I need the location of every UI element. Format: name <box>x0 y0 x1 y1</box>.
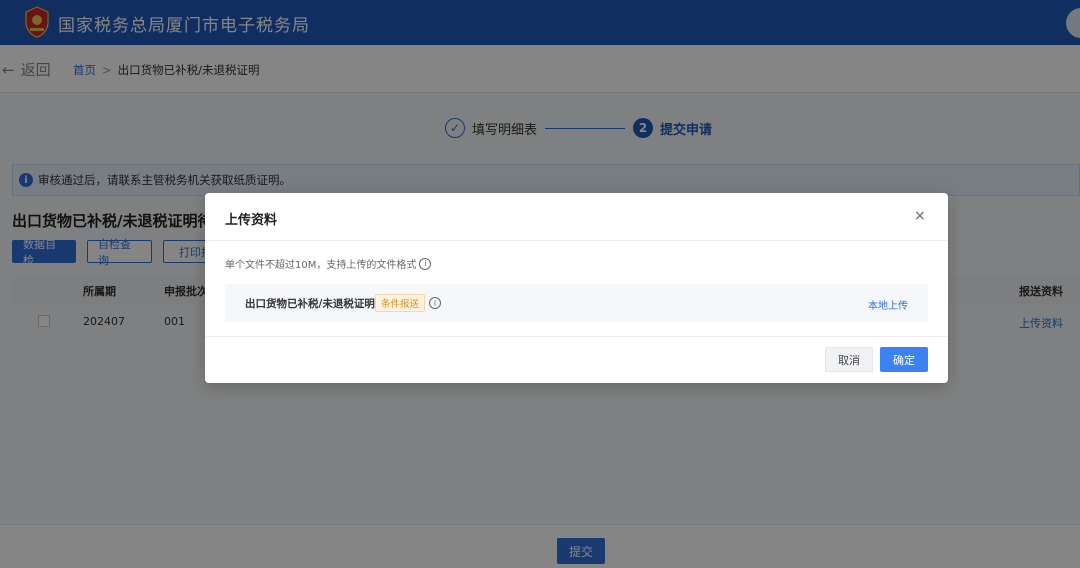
close-icon[interactable]: × <box>914 208 926 224</box>
file-name: 出口货物已补税/未退税证明 <box>245 298 375 310</box>
hint-text: 单个文件不超过10M，支持上传的文件格式 <box>225 260 417 271</box>
cancel-button[interactable]: 取消 <box>825 347 873 372</box>
dialog-footer-divider <box>205 336 948 337</box>
upload-hint: 单个文件不超过10M，支持上传的文件格式 i <box>225 256 432 271</box>
local-upload-link[interactable]: 本地上传 <box>868 297 908 312</box>
confirm-button[interactable]: 确定 <box>880 347 928 372</box>
info-icon[interactable]: i <box>429 297 441 309</box>
dialog-title: 上传资料 <box>225 213 278 228</box>
upload-dialog: 上传资料 × 单个文件不超过10M，支持上传的文件格式 i 出口货物已补税/未退… <box>205 193 948 383</box>
info-icon[interactable]: i <box>419 257 432 270</box>
file-row: 出口货物已补税/未退税证明 条件报送 i 本地上传 <box>225 284 928 322</box>
dialog-divider <box>205 240 948 241</box>
conditional-tag: 条件报送 <box>375 294 426 312</box>
